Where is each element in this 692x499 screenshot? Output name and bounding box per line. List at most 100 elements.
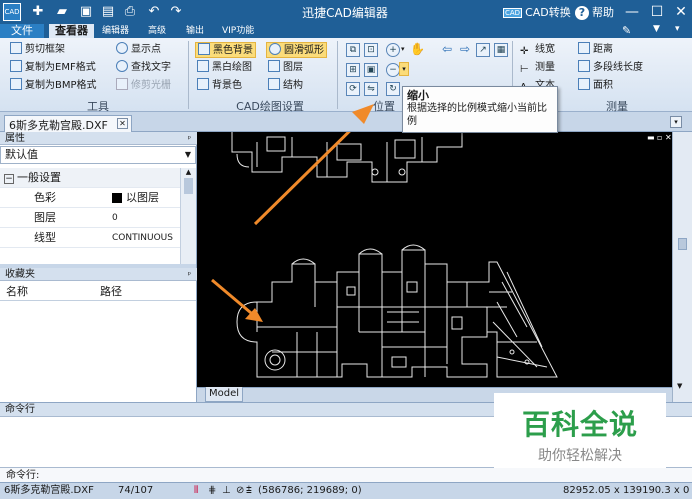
arrow-right-icon[interactable]: ⇨ (458, 43, 472, 57)
tab-list-icon[interactable]: ▾ (670, 116, 682, 128)
smooth-arc-button[interactable]: 圆滑弧形 (266, 42, 327, 58)
favorites-column-headers: 名称 路径 (0, 283, 196, 301)
export-icon[interactable]: ↗ (476, 43, 490, 57)
save-as-icon[interactable]: ▤ (100, 4, 116, 20)
section-general[interactable]: − 一般设置 (0, 168, 180, 188)
options-icon[interactable]: ▾ (675, 24, 680, 34)
model-tab[interactable]: Model (205, 387, 243, 402)
property-row-linetype[interactable]: 线型 CONTINUOUS (0, 228, 180, 248)
polar-icon[interactable]: ⊘ (236, 483, 244, 499)
drawing-canvas[interactable]: ▬ ▫ ✕ (197, 132, 672, 387)
structure-button[interactable]: 结构 (268, 78, 303, 94)
fit-window-icon[interactable]: ⧉ (346, 43, 360, 57)
save-icon[interactable]: ▣ (78, 4, 94, 20)
properties-dropdown[interactable]: 默认值 ▼ (0, 146, 196, 164)
black-background-label: 黑色背景 (213, 45, 253, 56)
collapse-icon[interactable]: − (4, 174, 14, 184)
maximize-button[interactable]: ☐ (648, 3, 666, 21)
zoom-window-icon[interactable]: ⊡ (364, 43, 378, 57)
rotate-icon[interactable]: ⟳ (346, 82, 360, 96)
property-row-color[interactable]: 色彩 以图层 (0, 188, 180, 208)
pin-icon[interactable]: ᵖ (188, 268, 191, 281)
pin-icon[interactable]: ᵖ (188, 132, 191, 145)
watermark-subtitle: 助你轻松解决 (538, 448, 622, 464)
layers-icon (268, 60, 280, 72)
chevron-down-icon: ▼ (184, 150, 191, 159)
window-title: 迅捷CAD编辑器 (302, 6, 388, 20)
copy-emf-button[interactable]: 复制为EMF格式 (10, 60, 96, 76)
cad-convert-button[interactable]: CAD CAD转换 (503, 4, 571, 20)
scroll-down-icon[interactable]: ▼ (677, 382, 682, 390)
zoom-in-icon[interactable]: + (386, 43, 400, 57)
help-button[interactable]: ? 帮助 (575, 4, 614, 20)
undo-icon[interactable]: ↶ (146, 4, 162, 20)
property-row-layer[interactable]: 图层 0 (0, 208, 180, 228)
property-value: 0 (112, 213, 118, 223)
canvas-restore-icon[interactable]: ▫ (657, 133, 662, 142)
find-text-button[interactable]: 查找文字 (116, 60, 171, 76)
command-input-line[interactable]: 命令行: (0, 467, 692, 483)
black-background-button[interactable]: 黑色背景 (195, 42, 256, 58)
minimize-button[interactable]: — (623, 3, 641, 21)
zoom-in-dropdown-icon[interactable]: ▾ (401, 45, 405, 53)
canvas-close-icon[interactable]: ✕ (665, 133, 672, 142)
tab-vip[interactable]: VIP功能 (216, 24, 260, 38)
distance-button[interactable]: 距离 (578, 42, 613, 58)
polyline-length-button[interactable]: 多段线长度 (578, 60, 643, 76)
grid-icon[interactable]: ⋕ (208, 483, 216, 499)
snap-icon[interactable]: ⫴ (194, 483, 198, 499)
zoom-extents-icon[interactable]: ⊞ (346, 63, 360, 77)
tab-file[interactable]: 文件 (0, 24, 44, 38)
image-icon[interactable]: ▦ (494, 43, 508, 57)
clip-frame-label: 剪切框架 (25, 44, 65, 55)
copy-emf-icon (10, 60, 22, 72)
properties-scrollbar[interactable]: ▲ (180, 168, 196, 264)
scroll-thumb[interactable] (678, 238, 687, 250)
close-tab-icon[interactable]: ✕ (117, 118, 128, 129)
zoom-all-icon[interactable]: ▣ (364, 63, 378, 77)
tab-advanced[interactable]: 高级 (142, 24, 172, 38)
trim-raster-button[interactable]: 修剪光栅 (116, 78, 171, 94)
scroll-up-icon[interactable]: ▲ (181, 168, 196, 176)
vertical-scrollbar[interactable]: ▼ (672, 132, 692, 402)
mirror-icon[interactable]: ⇋ (364, 82, 378, 96)
show-points-button[interactable]: 显示点 (116, 42, 161, 58)
measure-button[interactable]: ⊢ 测量 (520, 60, 555, 76)
redo-icon[interactable]: ↷ (168, 4, 184, 20)
canvas-minimize-icon[interactable]: ▬ (647, 133, 655, 142)
zoom-out-dropdown-icon[interactable]: ▾ (399, 62, 409, 76)
copy-bmp-button[interactable]: 复制为BMP格式 (10, 78, 97, 94)
background-color-button[interactable]: 背景色 (197, 78, 242, 94)
tab-viewer[interactable]: 查看器 (49, 24, 94, 38)
tab-editor[interactable]: 编辑器 (96, 24, 135, 38)
open-folder-icon[interactable]: ▰ (54, 4, 70, 20)
document-tab[interactable]: 6斯多克勒宫殿.DXF ✕ (4, 115, 132, 132)
zoom-out-tooltip: 缩小 根据选择的比例模式缩小当前比例 (402, 86, 558, 133)
column-name-header[interactable]: 名称 (6, 283, 28, 301)
trim-raster-label: 修剪光栅 (131, 80, 171, 91)
line-width-button[interactable]: ✛ 线宽 (520, 42, 555, 58)
print-icon[interactable]: ⎙ (122, 4, 138, 20)
new-file-icon[interactable]: ✚ (30, 4, 46, 20)
refresh-icon[interactable]: ↻ (386, 82, 400, 96)
pan-hand-icon[interactable]: ✋ (410, 43, 425, 57)
layers-button[interactable]: 图层 (268, 60, 303, 76)
distance-label: 距离 (593, 44, 613, 55)
ortho-icon[interactable]: ⊥ (222, 483, 231, 499)
property-name: 线型 (34, 231, 56, 244)
column-path-header[interactable]: 路径 (100, 283, 122, 301)
close-button[interactable]: ✕ (672, 3, 690, 21)
lineweight-icon[interactable]: ⩲ (246, 483, 252, 499)
ribbon-divider (188, 41, 189, 109)
collapse-ribbon-icon[interactable]: ▼ (653, 24, 660, 34)
arrow-left-icon[interactable]: ⇦ (440, 43, 454, 57)
properties-header: 属性 ᵖ (0, 132, 197, 145)
area-button[interactable]: 面积 (578, 78, 613, 94)
zoom-out-icon[interactable]: − (386, 63, 400, 77)
scroll-thumb[interactable] (184, 178, 193, 194)
tab-output[interactable]: 输出 (180, 24, 210, 38)
bw-drawing-button[interactable]: 黑白绘图 (197, 60, 252, 76)
show-points-icon (116, 42, 128, 54)
clip-frame-button[interactable]: 剪切框架 (10, 42, 65, 58)
pen-icon[interactable]: ✎ (622, 24, 631, 37)
